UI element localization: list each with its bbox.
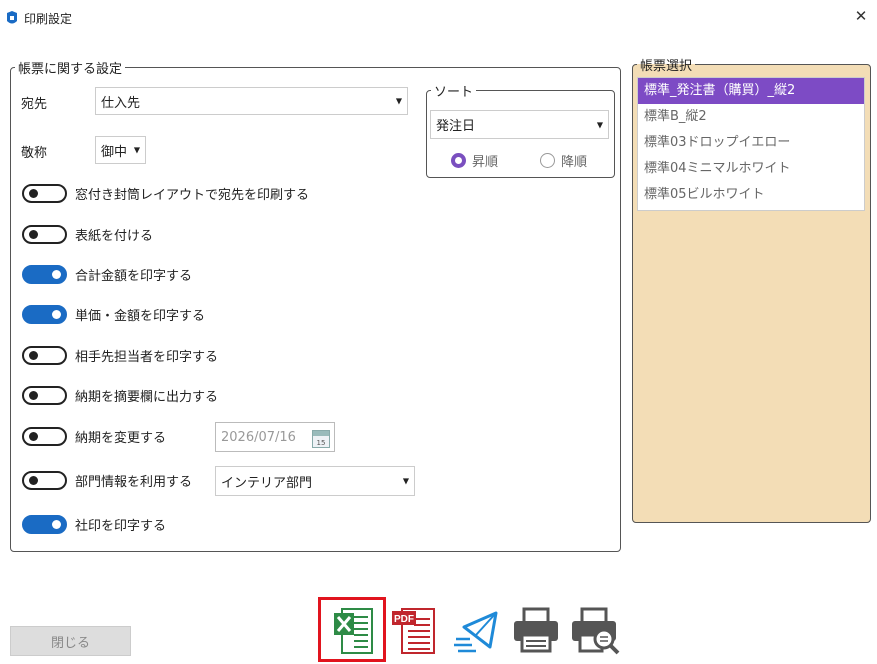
toggle-change-due-date[interactable]: 納期を変更する <box>22 427 166 446</box>
title-bar: 印刷設定 ✕ <box>0 0 877 34</box>
toggle-label: 窓付き封筒レイアウトで宛先を印刷する <box>75 188 310 203</box>
template-item[interactable]: 標準B_縦2 <box>638 104 864 130</box>
toggle-window-envelope[interactable]: 窓付き封筒レイアウトで宛先を印刷する <box>22 184 309 203</box>
toggle-label: 部門情報を利用する <box>75 475 193 490</box>
chevron-down-icon: ▼ <box>133 145 140 155</box>
toggle-switch[interactable] <box>22 471 67 490</box>
sort-desc-radio[interactable]: 降順 <box>540 151 587 170</box>
chevron-down-icon: ▼ <box>395 96 402 106</box>
due-date-value: 2026/07/16 <box>221 429 296 445</box>
honorific-value: 御中 <box>101 144 128 160</box>
toggle-label: 納期を変更する <box>75 431 167 446</box>
department-select[interactable]: インテリア部門 ▼ <box>215 466 415 496</box>
app-icon <box>7 11 17 24</box>
toggle-print-unit-price[interactable]: 単価・金額を印字する <box>22 305 205 324</box>
toggle-switch[interactable] <box>22 427 67 446</box>
toggle-cover-page[interactable]: 表紙を付ける <box>22 225 153 244</box>
pdf-badge-text: PDF <box>394 614 414 625</box>
toggle-print-contact[interactable]: 相手先担当者を印字する <box>22 346 218 365</box>
sort-asc-label: 昇順 <box>472 155 499 170</box>
toggle-switch[interactable] <box>22 184 67 203</box>
toggle-switch[interactable] <box>22 515 67 534</box>
toggle-switch[interactable] <box>22 305 67 324</box>
sort-desc-label: 降順 <box>561 155 588 170</box>
radio-button[interactable] <box>451 153 466 168</box>
toggle-switch[interactable] <box>22 265 67 284</box>
sort-field-select[interactable]: 発注日 ▼ <box>430 110 609 139</box>
due-date-field[interactable]: 2026/07/16 15 <box>215 422 335 452</box>
window-title: 印刷設定 <box>24 12 73 26</box>
toggle-label: 表紙を付ける <box>75 229 154 244</box>
recipient-label: 宛先 <box>21 97 48 112</box>
close-icon[interactable]: ✕ <box>853 7 869 25</box>
sort-legend: ソート <box>434 85 474 100</box>
toggle-switch[interactable] <box>22 346 67 365</box>
template-item[interactable]: 標準03ドロップイエロー <box>638 130 864 156</box>
calendar-day: 15 <box>316 439 326 447</box>
toggle-label: 合計金額を印字する <box>75 269 193 284</box>
chevron-down-icon: ▼ <box>596 120 603 129</box>
print-preview-icon[interactable] <box>566 601 622 657</box>
honorific-select[interactable]: 御中 ▼ <box>95 136 146 164</box>
chevron-down-icon: ▼ <box>402 476 409 486</box>
toggle-print-total[interactable]: 合計金額を印字する <box>22 265 192 284</box>
toggle-department-info[interactable]: 部門情報を利用する <box>22 471 192 490</box>
close-button[interactable]: 閉じる <box>10 626 131 656</box>
recipient-select[interactable]: 仕入先 ▼ <box>95 87 408 115</box>
toggle-due-in-remarks[interactable]: 納期を摘要欄に出力する <box>22 386 218 405</box>
calendar-icon[interactable]: 15 <box>312 430 330 448</box>
toggle-company-seal[interactable]: 社印を印字する <box>22 515 166 534</box>
toggle-switch[interactable] <box>22 225 67 244</box>
sort-field-value: 発注日 <box>436 119 476 134</box>
toggle-label: 社印を印字する <box>75 519 167 534</box>
honorific-label: 敬称 <box>21 146 48 161</box>
template-list[interactable]: 標準_発注書（購買）_縦2 標準B_縦2 標準03ドロップイエロー 標準04ミニ… <box>637 77 865 211</box>
toggle-label: 相手先担当者を印字する <box>75 350 219 365</box>
toggle-label: 納期を摘要欄に出力する <box>75 390 219 405</box>
toggle-switch[interactable] <box>22 386 67 405</box>
toggle-label: 単価・金額を印字する <box>75 309 206 324</box>
mail-icon[interactable] <box>450 601 506 657</box>
department-value: インテリア部門 <box>221 475 313 491</box>
template-item[interactable]: 標準04ミニマルホワイト <box>638 156 864 182</box>
template-item[interactable]: 標準_発注書（購買）_縦2 <box>638 78 864 104</box>
sort-asc-radio[interactable]: 昇順 <box>451 151 498 170</box>
report-settings-legend: 帳票に関する設定 <box>18 62 123 77</box>
printer-icon[interactable] <box>508 601 564 657</box>
pdf-icon[interactable]: PDF <box>388 601 444 657</box>
excel-icon[interactable] <box>324 601 380 657</box>
radio-button[interactable] <box>540 153 555 168</box>
template-legend: 帳票選択 <box>640 59 693 74</box>
template-item[interactable]: 標準05ビルホワイト <box>638 182 864 208</box>
recipient-value: 仕入先 <box>101 95 141 111</box>
